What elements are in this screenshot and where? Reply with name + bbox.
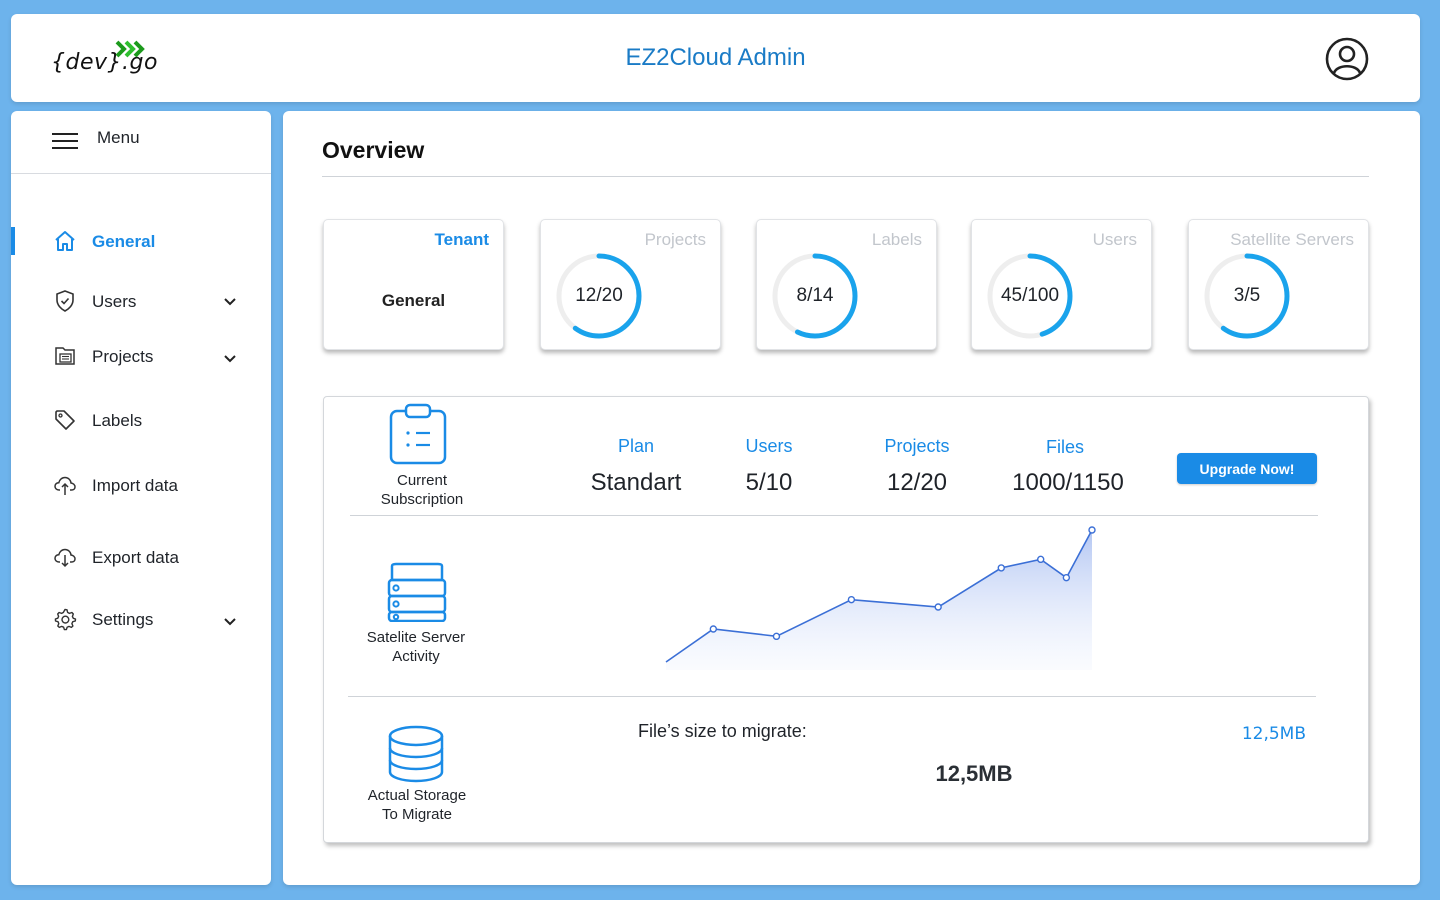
sidebar-item-label: General xyxy=(92,232,156,251)
upgrade-now-button[interactable]: Upgrade Now! xyxy=(1177,453,1317,484)
server-stack-icon xyxy=(387,562,447,622)
chevron-down-icon[interactable] xyxy=(221,613,239,631)
stat-files-label: Files xyxy=(1045,437,1084,457)
stat-plan-label: Plan xyxy=(617,436,655,456)
gear-icon xyxy=(54,608,77,631)
section-divider xyxy=(348,696,1316,697)
sidebar-item-export-data[interactable]: Export data xyxy=(11,541,271,577)
chevron-down-icon[interactable] xyxy=(221,350,239,368)
projects-card[interactable]: Projects 12/20 xyxy=(540,219,721,350)
sidebar-item-users[interactable]: Users xyxy=(11,285,271,321)
cloud-download-icon xyxy=(54,548,76,568)
stat-projects-value: 12/20 xyxy=(886,469,948,496)
progress-value: 45/100 xyxy=(1000,285,1060,306)
satellite-servers-card[interactable]: Satellite Servers 3/5 xyxy=(1188,219,1369,350)
activity-point[interactable] xyxy=(772,632,781,641)
activity-point[interactable] xyxy=(1088,526,1096,534)
database-icon xyxy=(388,725,444,783)
activity-chart xyxy=(665,526,1096,670)
sidebar-item-settings[interactable]: Settings xyxy=(11,603,271,639)
stat-users-value: 5/10 xyxy=(745,469,793,496)
tenant-card[interactable]: Tenant General xyxy=(323,219,504,350)
activity-point[interactable] xyxy=(847,595,856,604)
card-title: Satellite Servers xyxy=(1230,230,1354,249)
subscription-label-line2: Subscription xyxy=(380,491,464,508)
labels-card[interactable]: Labels 8/14 xyxy=(756,219,937,350)
subscription-label: Current Subscription xyxy=(362,471,482,509)
sidebar-item-label: Export data xyxy=(92,548,179,567)
card-title: Tenant xyxy=(434,230,489,249)
user-circle-icon[interactable] xyxy=(1325,37,1369,81)
activity-label-line2: Activity xyxy=(392,648,440,665)
stat-plan-value: Standart xyxy=(590,469,682,496)
app-title: EZ2Cloud Admin xyxy=(625,44,806,71)
progress-value: 8/14 xyxy=(796,285,834,306)
stat-files-value: 1000/1150 xyxy=(1012,469,1124,496)
cloud-upload-icon xyxy=(54,476,76,495)
sidebar-item-labels[interactable]: Labels xyxy=(11,404,271,440)
tenant-value: General xyxy=(381,291,446,310)
title-divider xyxy=(322,176,1369,177)
migrate-size-label: File’s size to migrate: xyxy=(638,721,807,741)
section-divider xyxy=(350,515,1318,516)
activity-point[interactable] xyxy=(709,625,718,633)
storage-label: Actual Storage To Migrate xyxy=(352,786,482,824)
details-panel: Current Subscription Plan Standart Users… xyxy=(323,396,1369,843)
active-indicator xyxy=(11,227,15,255)
sidebar-item-label: Import data xyxy=(92,476,178,495)
clipboard-icon xyxy=(389,403,447,465)
stat-users-label: Users xyxy=(745,436,793,456)
shield-icon xyxy=(56,290,74,312)
activity-label-line1: Satelite Server xyxy=(366,629,466,646)
menu-header: Menu xyxy=(11,111,271,174)
card-title: Projects xyxy=(644,230,706,249)
storage-label-line1: Actual Storage xyxy=(367,787,467,804)
progress-value: 12/20 xyxy=(575,285,623,306)
projects-icon xyxy=(55,347,75,365)
sidebar-item-general[interactable]: General xyxy=(11,225,271,261)
page-title: Overview xyxy=(322,137,425,163)
hamburger-icon[interactable] xyxy=(51,131,79,151)
home-icon xyxy=(55,231,75,251)
card-title: Labels xyxy=(871,230,922,249)
subscription-label-line1: Current xyxy=(396,472,448,489)
activity-point[interactable] xyxy=(1037,555,1045,564)
tag-icon xyxy=(55,410,75,430)
stat-projects-label: Projects xyxy=(884,436,950,456)
main-content: Overview Tenant General Projects 12/20 L… xyxy=(283,111,1420,885)
sidebar-item-label: Users xyxy=(92,292,137,311)
top-header: {dev}.go EZ2Cloud Admin xyxy=(11,14,1420,102)
sidebar-item-import-data[interactable]: Import data xyxy=(11,469,271,505)
storage-label-line2: To Migrate xyxy=(381,806,453,823)
sidebar-item-label: Settings xyxy=(92,610,154,629)
progress-value: 3/5 xyxy=(1233,285,1261,306)
activity-area-fill xyxy=(666,530,1092,670)
chevron-down-icon[interactable] xyxy=(221,293,239,311)
activity-point[interactable] xyxy=(934,603,942,611)
sidebar-item-label: Labels xyxy=(92,411,143,430)
activity-point[interactable] xyxy=(997,564,1005,572)
menu-label: Menu xyxy=(97,128,140,147)
sidebar: Menu General Users Projects Labels Impor… xyxy=(11,111,271,885)
sidebar-item-projects[interactable]: Projects xyxy=(11,340,271,376)
activity-point[interactable] xyxy=(1062,573,1071,582)
card-title: Users xyxy=(1092,230,1137,249)
activity-label: Satelite Server Activity xyxy=(356,628,476,666)
migrate-size-value: 12,5MB xyxy=(935,761,1013,786)
sidebar-item-label: Projects xyxy=(92,347,154,366)
users-card[interactable]: Users 45/100 xyxy=(971,219,1152,350)
migrate-size-link[interactable]: 12,5MB xyxy=(1224,724,1306,744)
